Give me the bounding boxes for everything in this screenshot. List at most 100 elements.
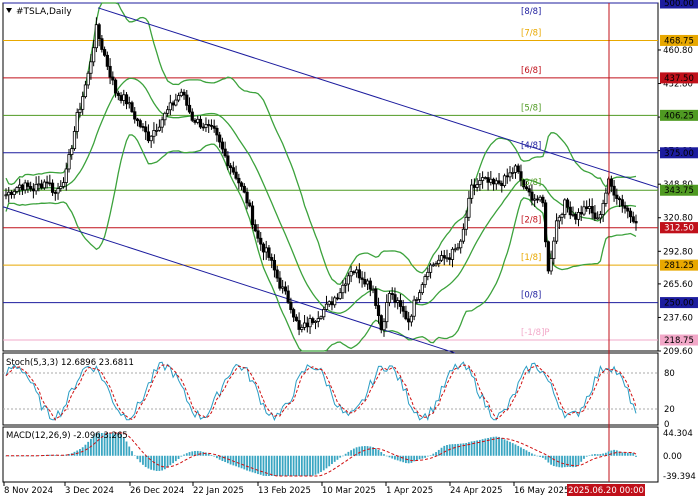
candle-body [448, 257, 452, 260]
price-tick-label: 292.80 [663, 247, 693, 257]
macd-histogram-bar [54, 454, 57, 456]
candle-body [554, 220, 559, 242]
price-tick-label: 209.60 [663, 347, 693, 357]
candle-body [135, 118, 140, 122]
candle-body [209, 124, 214, 127]
macd-histogram-bar [374, 448, 377, 456]
macd-histogram-bar [440, 447, 443, 456]
macd-histogram-bar [394, 455, 396, 460]
candle-body [20, 184, 25, 191]
candle-body [103, 49, 107, 56]
macd-histogram-bar [358, 446, 361, 456]
candle-body [615, 194, 619, 199]
candle-body [220, 141, 224, 150]
price-tick-label: 265.60 [663, 280, 693, 290]
macd-histogram-bar [254, 455, 257, 474]
candle-body [157, 126, 161, 131]
candle-body [382, 321, 386, 331]
candle-body [302, 322, 307, 328]
macd-histogram-bar [295, 455, 298, 476]
candle-body [494, 180, 498, 185]
candle-body [300, 327, 304, 330]
candle-body [231, 167, 235, 173]
level-price-tag-text: 343.75 [664, 186, 694, 196]
candle-body [401, 306, 405, 312]
candle-body [193, 119, 197, 123]
candle-body [604, 192, 608, 204]
macd-histogram-bar [342, 455, 344, 457]
candle-body [40, 183, 44, 189]
macd-histogram-bar [24, 455, 27, 457]
macd-histogram-bar [246, 455, 248, 471]
candle-body [423, 276, 427, 286]
candle-body [92, 47, 96, 63]
macd-histogram-bar [413, 455, 416, 462]
candle-body [34, 183, 38, 192]
time-tick-label: 26 Dec 2024 [130, 486, 184, 496]
candle-body [628, 210, 633, 218]
candle-body [426, 271, 430, 278]
candle-body [472, 184, 476, 188]
macd-histogram-bar [443, 445, 446, 456]
macd-histogram-bar [163, 455, 166, 470]
macd-histogram-bar [610, 450, 613, 456]
candle-body [48, 182, 52, 185]
candle-body [368, 280, 372, 290]
macd-histogram-bar [262, 455, 265, 476]
macd-histogram-bar [424, 455, 426, 458]
candle-body [86, 72, 90, 86]
macd-histogram-bar [607, 451, 610, 456]
macd-histogram-bar [621, 452, 624, 456]
macd-histogram-bar [536, 455, 539, 457]
candle-body [497, 180, 501, 184]
candle-body [355, 269, 359, 274]
macd-histogram-bar [185, 453, 188, 456]
macd-histogram-bar [136, 455, 139, 460]
candle-body [576, 211, 581, 220]
macd-histogram-bar [432, 453, 435, 456]
time-tick-label: 3 Dec 2024 [65, 486, 114, 496]
macd-histogram-bar [331, 455, 333, 465]
macd-histogram-bar [602, 453, 605, 456]
candle-body [549, 258, 553, 272]
macd-histogram-bar [213, 455, 216, 457]
candle-body [563, 199, 567, 215]
candle-body [78, 108, 82, 113]
candle-body [538, 196, 542, 201]
macd-histogram-bar [224, 455, 227, 463]
macd-histogram-bar [147, 455, 150, 469]
candle-body [437, 259, 441, 265]
candle-body [250, 205, 255, 226]
level-price-tag-text: 437.50 [664, 74, 694, 84]
candle-body [229, 165, 233, 169]
candle-body [330, 301, 334, 306]
macd-histogram-bar [309, 455, 311, 476]
macd-histogram-bar [531, 453, 533, 456]
candle-body [502, 175, 507, 187]
candle-body [155, 129, 159, 132]
candle-body [166, 109, 170, 114]
candle-body [75, 112, 79, 132]
candle-body [305, 322, 309, 328]
candle-body [365, 280, 370, 285]
macd-histogram-bar [196, 450, 199, 456]
stoch-level-label: 20 [664, 405, 675, 415]
candle-body [239, 182, 244, 187]
macd-histogram-bar [180, 455, 183, 457]
candle-body [393, 294, 397, 303]
candle-body [149, 135, 153, 142]
macd-histogram-bar [594, 454, 596, 456]
candle-body [513, 165, 518, 173]
macd-tick-label: -39.394 [663, 472, 696, 482]
candle-body [248, 202, 252, 207]
candle-body [593, 212, 597, 219]
macd-histogram-bar [142, 455, 144, 465]
murrey-label: [4/8] [521, 141, 541, 151]
candle-body [272, 259, 277, 271]
candle-body [486, 177, 490, 183]
macd-histogram-bar [289, 455, 292, 476]
candle-body [179, 91, 183, 97]
candle-body [292, 309, 296, 318]
candle-body [37, 183, 41, 186]
murrey-label: [2/8] [521, 216, 541, 226]
